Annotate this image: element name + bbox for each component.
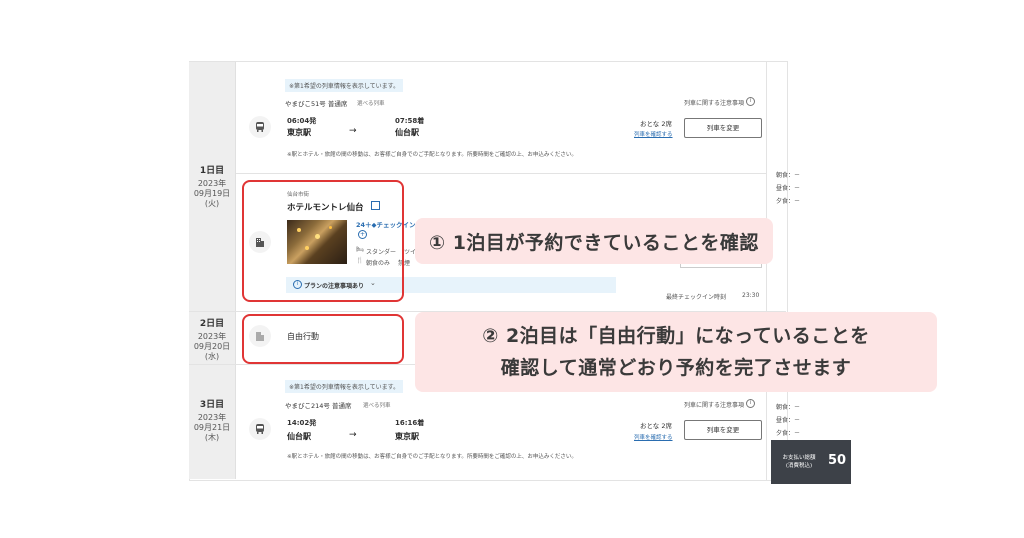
day-date: 09月20日: [193, 342, 231, 351]
info-icon[interactable]: i: [746, 399, 755, 408]
callout-two-line1: ② 2泊目は「自由行動」になっていることを: [482, 325, 870, 347]
day-weekday: (火): [204, 199, 220, 208]
confirm-train-link[interactable]: 列車を確認する: [634, 433, 673, 441]
train-info-note: ※第1希望の列車情報を表示しています。: [285, 380, 404, 393]
day-date: 09月19日: [193, 189, 231, 198]
transfer-footnote: ※駅とホテル・旅館の間の移動は、お客様ご自身でのご手配となります。所要時間をご確…: [287, 454, 577, 460]
day-weekday: (木): [204, 433, 220, 442]
meal-breakfast: 朝食：－: [776, 172, 801, 179]
train-info-note: ※第1希望の列車情報を表示しています。: [285, 79, 404, 92]
day-year: 2023年: [197, 179, 227, 188]
arrival-station: 仙台駅: [395, 128, 419, 137]
train-caution-label[interactable]: 列車に関する注意事項: [684, 400, 744, 409]
day-column-2: 2日目 2023年 09月20日 (水): [189, 312, 236, 364]
day-weekday: (水): [204, 352, 220, 361]
arrival-station: 東京駅: [395, 432, 419, 441]
callout-two-line2: 確認して通常どおり予約を完了させます: [500, 357, 852, 379]
day-label: 2日目: [199, 319, 225, 329]
transfer-footnote: ※駅とホテル・旅館の間の移動は、お客様ご自身でのご手配となります。所要時間をご確…: [287, 152, 577, 158]
passenger-count: おとな 2席: [640, 120, 673, 128]
meal-dinner: 夕食：－: [776, 430, 801, 437]
last-checkin-time: 23:30: [742, 292, 760, 299]
callout-two: ② 2泊目は「自由行動」になっていることを 確認して通常どおり予約を完了させます: [415, 312, 937, 392]
divider: [766, 62, 767, 480]
departure-station: 東京駅: [287, 128, 311, 137]
train-caution-label[interactable]: 列車に関する注意事項: [684, 98, 744, 107]
divider: [236, 173, 766, 174]
info-icon[interactable]: i: [746, 97, 755, 106]
last-checkin-label: 最終チェックイン時刻: [666, 294, 727, 301]
tax-label: (消費税込): [785, 463, 813, 469]
confirm-train-link[interactable]: 列車を確認する: [634, 130, 673, 138]
day-year: 2023年: [197, 332, 227, 341]
meal-breakfast: 朝食：－: [776, 404, 801, 411]
highlight-hotel-box: [242, 180, 404, 302]
callout-one: ① 1泊目が予約できていることを確認: [415, 218, 773, 264]
departure-time: 06:04発: [287, 117, 317, 125]
day-date: 09月21日: [193, 423, 231, 432]
meal-dinner: 夕食：－: [776, 198, 801, 205]
train-name: やまびこ214号 普通席: [285, 402, 352, 410]
choose-train-link[interactable]: 選べる列車: [363, 401, 391, 409]
total-price-bar: お支払い総額 (消費税込) 50: [771, 440, 851, 484]
total-label: お支払い総額: [782, 455, 816, 461]
choose-train-link[interactable]: 選べる列車: [357, 99, 385, 107]
change-train-button[interactable]: 列車を変更: [684, 118, 762, 138]
arrival-time: 16:16着: [395, 419, 425, 427]
route-arrow: →: [349, 430, 357, 440]
day-label: 1日目: [199, 166, 225, 176]
day-label: 3日目: [199, 400, 225, 410]
train-icon: [249, 418, 271, 440]
passenger-count: おとな 2席: [640, 422, 673, 430]
arrival-time: 07:58着: [395, 117, 425, 125]
day-column-3: 3日目 2023年 09月21日 (木): [189, 365, 236, 479]
callout-one-text: ① 1泊目が予約できていることを確認: [429, 231, 759, 254]
route-arrow: →: [349, 126, 357, 136]
total-amount: 50: [828, 453, 847, 468]
change-train-button[interactable]: 列車を変更: [684, 420, 762, 440]
train-icon: [249, 116, 271, 138]
departure-station: 仙台駅: [287, 432, 311, 441]
train-name: やまびこ51号 普通席: [285, 100, 348, 108]
meal-lunch: 昼食：－: [776, 185, 801, 192]
highlight-free-box: [242, 314, 404, 364]
day-column-1: 1日目 2023年 09月19日 (火): [189, 62, 236, 311]
day-year: 2023年: [197, 413, 227, 422]
meal-lunch: 昼食：－: [776, 417, 801, 424]
departure-time: 14:02発: [287, 419, 317, 427]
